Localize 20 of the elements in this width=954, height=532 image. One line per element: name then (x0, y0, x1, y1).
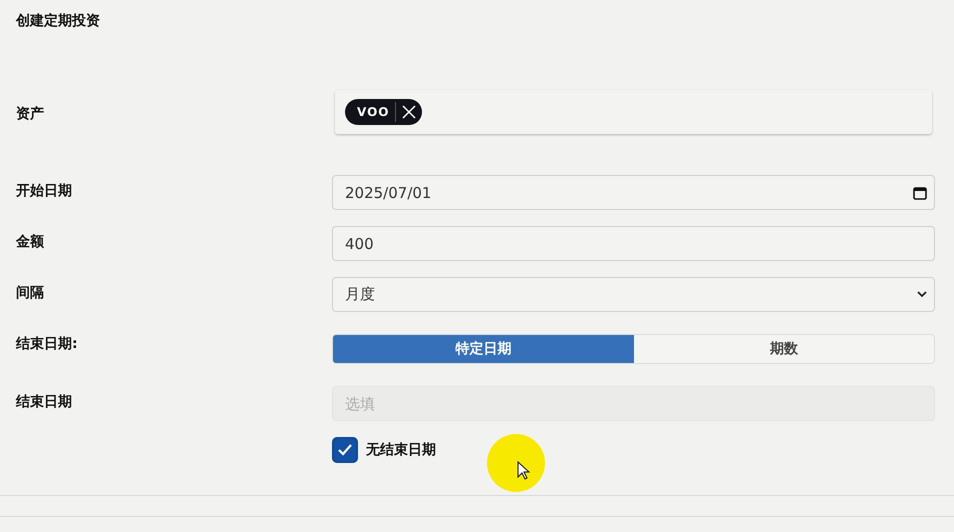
date-field[interactable]: 2025/07/01 (332, 175, 935, 210)
checkbox[interactable] (332, 437, 358, 463)
pointer-icon (517, 461, 530, 480)
field-label: 金额 (16, 232, 44, 251)
field-label: 资产 (16, 105, 44, 123)
check-icon (337, 443, 353, 457)
tag-input[interactable]: VOO (335, 90, 932, 134)
tag-chip[interactable]: VOO (345, 99, 422, 125)
calendar-icon[interactable] (913, 186, 927, 200)
field-label: 间隔 (16, 284, 44, 302)
segment-option[interactable]: 特定日期 (333, 335, 634, 363)
field-label: 结束日期: (16, 335, 78, 353)
field-label: 结束日期 (16, 393, 72, 411)
field-label: 开始日期 (16, 182, 72, 200)
chevron-down-icon (917, 291, 927, 298)
form-title: 创建定期投资 (16, 12, 100, 30)
input-field[interactable]: 400 (332, 226, 935, 261)
interval-select[interactable]: 月度 (332, 277, 935, 312)
close-icon[interactable] (402, 105, 416, 119)
checkbox-label: 无结束日期 (366, 441, 436, 459)
